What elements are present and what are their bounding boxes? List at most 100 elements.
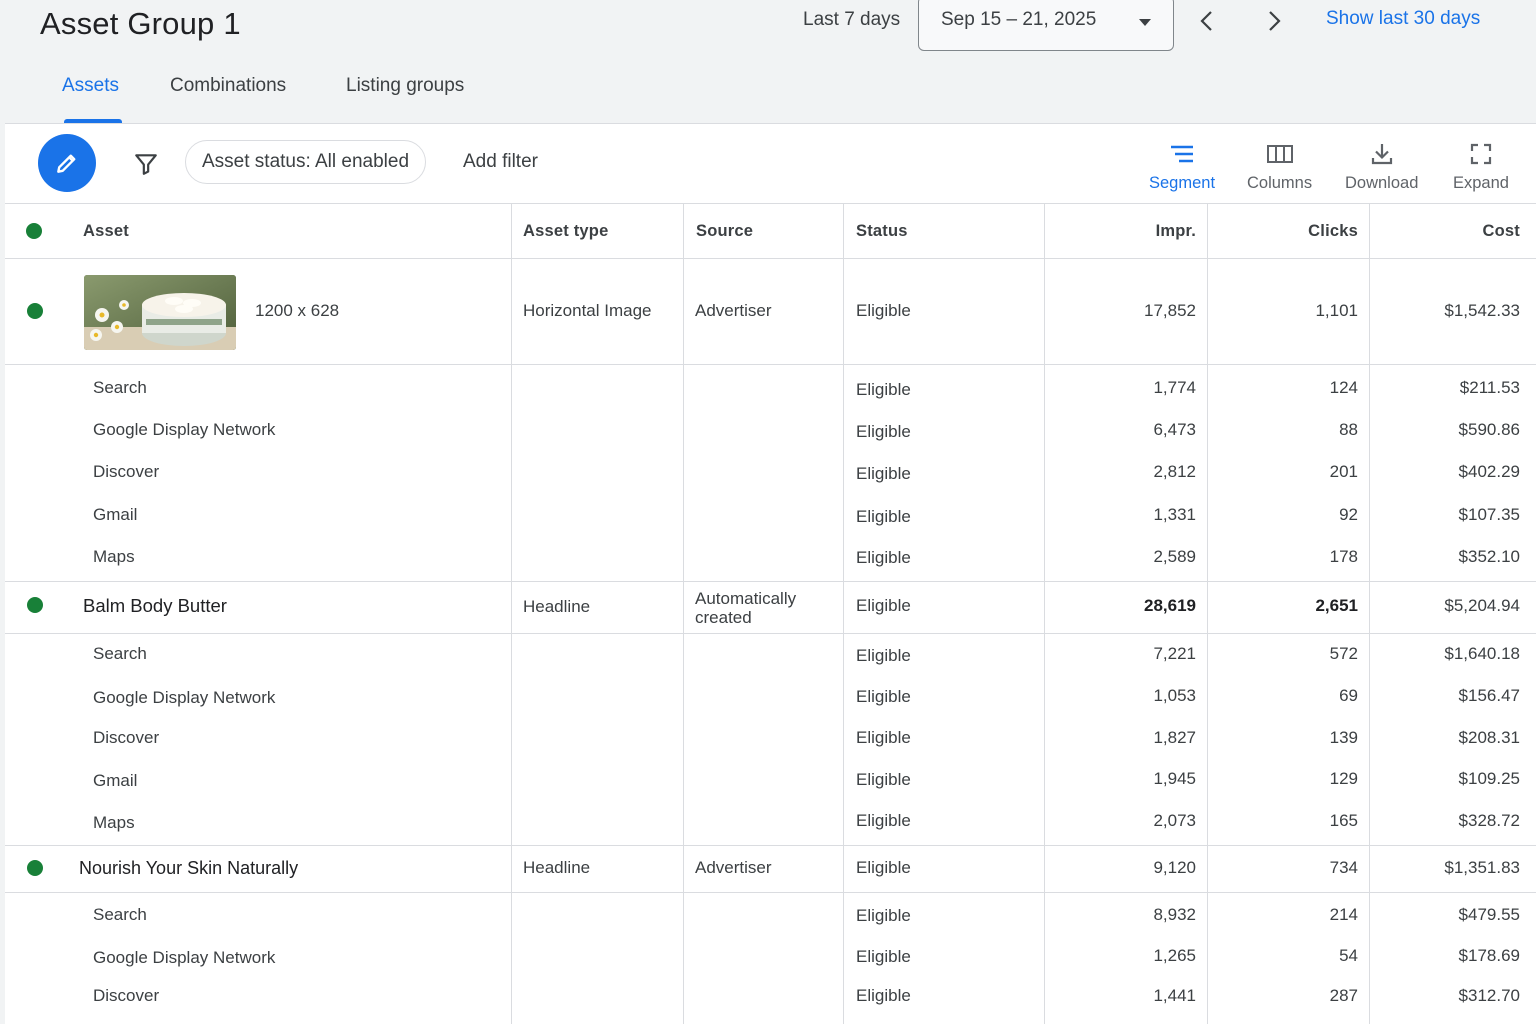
column-divider	[1044, 204, 1045, 1024]
segment-network: Discover	[93, 728, 160, 747]
column-header-source[interactable]: Source	[696, 222, 753, 241]
segment-impr: 6,473	[1153, 420, 1196, 439]
segment-cost: $1,640.18	[1444, 644, 1520, 663]
fullscreen-icon	[1470, 143, 1492, 165]
column-divider	[1369, 204, 1370, 1024]
clicks-value: 1,101	[1315, 301, 1358, 320]
impr-value: 28,619	[1144, 596, 1196, 615]
column-header-asset[interactable]: Asset	[83, 222, 129, 241]
segment-cost: $211.53	[1459, 378, 1520, 397]
asset-type: Headline	[523, 597, 591, 616]
segment-clicks: 178	[1329, 547, 1358, 566]
table-toolbar: Asset status: All enabled Add filter Seg…	[5, 124, 1536, 204]
asset-status-filter-chip[interactable]: Asset status: All enabled	[185, 140, 427, 184]
asset-thumbnail-image[interactable]	[84, 275, 236, 350]
segment-status: Eligible	[856, 986, 911, 1005]
column-divider	[1207, 204, 1208, 1024]
asset-name[interactable]: 1200 x 628	[255, 301, 339, 321]
segment-status: Eligible	[856, 548, 911, 567]
status-dot	[27, 303, 43, 319]
date-range-label: Last 7 days	[803, 9, 901, 30]
segment-status: Eligible	[856, 646, 911, 665]
segment-impr: 1,774	[1153, 378, 1196, 397]
date-range-picker[interactable]: Sep 15 – 21, 2025	[918, 0, 1174, 51]
column-header-impr[interactable]: Impr.	[1156, 222, 1196, 241]
segment-cost: $352.10	[1458, 547, 1520, 566]
segment-cost: $208.31	[1458, 728, 1520, 747]
segment-cost: $156.47	[1458, 686, 1520, 705]
chevron-right-icon	[1269, 11, 1281, 31]
next-period-button[interactable]	[1259, 6, 1289, 36]
segment-impr: 1,265	[1153, 946, 1196, 965]
segment-lines-icon	[1171, 145, 1194, 163]
asset-status: Eligible	[856, 858, 911, 877]
status-dot-header	[26, 223, 42, 239]
asset-source: Advertiser	[695, 858, 772, 877]
segment-status: Eligible	[856, 728, 911, 747]
column-header-clicks[interactable]: Clicks	[1308, 222, 1358, 241]
segment-clicks: 201	[1329, 462, 1358, 481]
column-header-status[interactable]: Status	[856, 222, 908, 241]
segment-status: Eligible	[856, 464, 911, 483]
tab-assets[interactable]: Assets	[62, 75, 119, 97]
column-header-cost[interactable]: Cost	[1483, 222, 1520, 241]
segment-network: Gmail	[93, 771, 138, 790]
segment-cost: $178.69	[1458, 946, 1520, 965]
segment-network: Google Display Network	[93, 948, 276, 967]
previous-period-button[interactable]	[1192, 6, 1222, 36]
segment-network: Discover	[93, 462, 160, 481]
row-divider	[5, 581, 1536, 582]
edit-button[interactable]	[38, 134, 96, 192]
segment-clicks: 572	[1329, 644, 1358, 663]
segment-impr: 1,441	[1153, 986, 1196, 1005]
segment-cost: $109.25	[1458, 769, 1520, 788]
columns-label: Columns	[1247, 174, 1313, 192]
columns-button[interactable]: Columns	[1247, 138, 1312, 193]
asset-name[interactable]: Balm Body Butter	[83, 595, 227, 617]
segment-cost: $402.29	[1458, 462, 1520, 481]
impr-value: 9,120	[1153, 858, 1196, 877]
segment-network: Gmail	[93, 505, 138, 524]
segment-status: Eligible	[856, 770, 911, 789]
asset-status: Eligible	[856, 301, 911, 320]
show-last-30-days-link[interactable]: Show last 30 days	[1326, 8, 1480, 30]
column-divider	[843, 204, 844, 1024]
segment-impr: 1,827	[1153, 728, 1196, 747]
expand-button[interactable]: Expand	[1453, 138, 1509, 193]
download-button[interactable]: Download	[1345, 138, 1418, 193]
page-title: Asset Group 1	[40, 6, 241, 41]
segment-status: Eligible	[856, 422, 911, 441]
column-header-asset-type[interactable]: Asset type	[523, 222, 608, 241]
funnel-icon[interactable]	[133, 151, 159, 177]
status-dot	[27, 597, 43, 613]
segment-status: Eligible	[856, 906, 911, 925]
chevron-left-icon	[1200, 11, 1212, 31]
segment-status: Eligible	[856, 947, 911, 966]
segment-impr: 2,073	[1153, 811, 1196, 830]
segment-clicks: 69	[1339, 686, 1358, 705]
segment-impr: 7,221	[1153, 644, 1196, 663]
add-filter-button[interactable]: Add filter	[463, 151, 538, 173]
cost-value: $1,542.33	[1444, 301, 1520, 320]
asset-source: Advertiser	[695, 301, 772, 320]
segment-clicks: 88	[1339, 420, 1358, 439]
asset-status: Eligible	[856, 596, 911, 615]
segment-cost: $479.55	[1458, 905, 1520, 924]
segment-impr: 2,812	[1153, 462, 1196, 481]
column-divider	[683, 204, 684, 1024]
cost-value: $1,351.83	[1444, 858, 1520, 877]
segment-clicks: 287	[1329, 986, 1358, 1005]
date-range-value: Sep 15 – 21, 2025	[941, 9, 1097, 30]
download-icon	[1371, 144, 1392, 165]
segment-network: Search	[93, 644, 147, 663]
segment-cost: $590.86	[1458, 420, 1520, 439]
tab-listing-groups[interactable]: Listing groups	[346, 75, 464, 97]
tab-combinations[interactable]: Combinations	[170, 75, 286, 97]
segment-clicks: 124	[1329, 378, 1358, 397]
status-dot	[27, 860, 43, 876]
segment-network: Google Display Network	[93, 688, 276, 707]
asset-name[interactable]: Nourish Your Skin Naturally	[79, 858, 298, 879]
cost-value: $5,204.94	[1444, 596, 1520, 615]
row-divider	[5, 892, 1536, 893]
segment-button[interactable]: Segment	[1149, 138, 1215, 193]
